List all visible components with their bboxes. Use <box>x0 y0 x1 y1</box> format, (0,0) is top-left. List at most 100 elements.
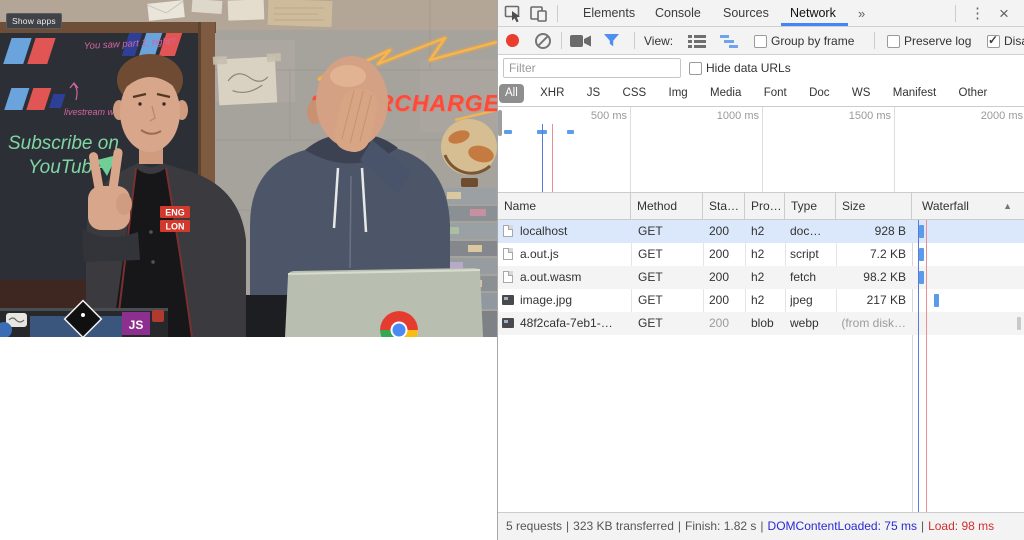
network-toolbar: View: Group by frame Preserve log Disabl… <box>498 27 1024 55</box>
request-type: webp <box>790 312 834 335</box>
type-filter-other[interactable]: Other <box>953 84 994 103</box>
document-icon <box>503 248 513 260</box>
js-sticker: JS <box>122 312 150 335</box>
column-header-type[interactable]: Type <box>785 193 836 219</box>
request-type: fetch <box>790 266 834 289</box>
view-waterfall-icon[interactable] <box>720 35 740 51</box>
request-row-aoutwasm[interactable]: a.out.wasm GET 200 h2 fetch 98.2 KB <box>498 266 1024 289</box>
summary-separator: | <box>566 519 569 533</box>
type-filter-css[interactable]: CSS <box>617 84 653 103</box>
request-row-localhost[interactable]: localhost GET 200 h2 doc… 928 B <box>498 220 1024 243</box>
preserve-log-checkbox[interactable] <box>887 35 900 48</box>
kebab-menu-icon[interactable]: ⋮ <box>970 0 985 27</box>
disable-cache-label[interactable]: Disable cache <box>1004 27 1024 55</box>
overview-request-mark <box>567 130 574 134</box>
hide-data-urls-label[interactable]: Hide data URLs <box>706 55 791 81</box>
request-row-blob[interactable]: 48f2cafa-7eb1-… GET 200 blob webp (from … <box>498 312 1024 335</box>
capture-screenshots-icon[interactable] <box>570 34 592 51</box>
request-name: a.out.wasm <box>520 266 628 289</box>
tab-sources[interactable]: Sources <box>723 0 769 27</box>
request-method: GET <box>638 220 698 243</box>
type-filter-manifest[interactable]: Manifest <box>887 84 942 103</box>
requests-table-body: localhost GET 200 h2 doc… 928 B a.out.js… <box>498 220 1024 512</box>
filter-funnel-icon[interactable] <box>603 33 620 52</box>
filter-row: Hide data URLs <box>498 55 1024 81</box>
request-name: a.out.js <box>520 243 628 266</box>
column-header-status[interactable]: Sta… <box>703 193 745 219</box>
type-filter-img[interactable]: Img <box>663 84 694 103</box>
request-size: 7.2 KB <box>836 243 906 266</box>
request-row-imagejpg[interactable]: image.jpg GET 200 h2 jpeg 217 KB <box>498 289 1024 312</box>
type-filter-js[interactable]: JS <box>581 84 606 103</box>
image-icon <box>502 295 514 305</box>
disable-cache-checkbox[interactable] <box>987 35 1000 48</box>
close-devtools-icon[interactable]: × <box>999 0 1009 27</box>
type-filter-media[interactable]: Media <box>704 84 747 103</box>
active-tab-underline <box>781 23 848 26</box>
type-filter-font[interactable]: Font <box>758 84 793 103</box>
overview-resize-handle[interactable] <box>498 110 502 136</box>
request-type: doc… <box>790 220 834 243</box>
overview-tick: 2000 ms <box>895 107 1024 192</box>
summary-finish: Finish: 1.82 s <box>685 519 756 533</box>
request-status: 200 <box>709 289 743 312</box>
document-icon <box>503 225 513 237</box>
overview-tick: 1000 ms <box>631 107 763 192</box>
record-button[interactable] <box>506 34 519 47</box>
column-header-name[interactable]: Name <box>498 193 631 219</box>
request-status: 200 <box>709 266 743 289</box>
type-filter-ws[interactable]: WS <box>846 84 877 103</box>
load-marker-line <box>926 220 927 512</box>
request-name: localhost <box>520 220 628 243</box>
request-method: GET <box>638 266 698 289</box>
column-header-size[interactable]: Size <box>836 193 912 219</box>
view-list-icon[interactable] <box>688 35 706 51</box>
subscribe-text-1: Subscribe on <box>8 133 119 154</box>
request-size: 217 KB <box>836 289 906 312</box>
dcl-marker-line <box>918 220 919 512</box>
column-header-method[interactable]: Method <box>631 193 703 219</box>
tab-console[interactable]: Console <box>655 0 701 27</box>
screen: SUPERCHARGED SUPERCHARGED <box>0 0 1024 540</box>
request-name: image.jpg <box>520 289 628 312</box>
request-size: 928 B <box>836 220 906 243</box>
laptop-silver <box>285 268 483 337</box>
summary-load: Load: 98 ms <box>928 519 994 533</box>
group-by-frame-checkbox[interactable] <box>754 35 767 48</box>
waterfall-bar <box>919 271 924 284</box>
request-size: (from disk… <box>836 312 906 335</box>
dcl-marker-line <box>542 124 543 192</box>
group-by-frame-label[interactable]: Group by frame <box>771 27 854 55</box>
device-toolbar-icon[interactable] <box>529 4 548 26</box>
image-icon <box>502 318 514 328</box>
waterfall-bar <box>919 225 924 238</box>
type-filter-all[interactable]: All <box>499 84 524 103</box>
request-protocol: h2 <box>751 220 783 243</box>
summary-requests: 5 requests <box>506 519 562 533</box>
studio-scene: SUPERCHARGED SUPERCHARGED <box>0 0 497 337</box>
type-filter-doc[interactable]: Doc <box>803 84 835 103</box>
clear-icon[interactable] <box>535 33 551 49</box>
hide-data-urls-checkbox[interactable] <box>689 62 702 75</box>
overview-request-mark <box>504 130 512 134</box>
inspect-element-icon[interactable] <box>504 4 523 26</box>
request-type: jpeg <box>790 289 834 312</box>
request-protocol: h2 <box>751 266 783 289</box>
type-filter-xhr[interactable]: XHR <box>534 84 570 103</box>
divider <box>557 5 558 22</box>
timeline-overview[interactable]: 500 ms 1000 ms 1500 ms 2000 ms <box>498 107 1024 193</box>
tab-elements[interactable]: Elements <box>583 0 635 27</box>
resource-type-filters: All XHR JS CSS Img Media Font Doc WS Man… <box>498 81 1024 107</box>
preserve-log-label[interactable]: Preserve log <box>904 27 971 55</box>
summary-domcontentloaded: DOMContentLoaded: 75 ms <box>768 519 917 533</box>
filter-input[interactable] <box>503 58 681 78</box>
devtools-tabbar: Elements Console Sources Network » ⋮ × <box>498 0 1024 27</box>
divider <box>955 5 956 22</box>
column-header-protocol[interactable]: Pro… <box>745 193 785 219</box>
more-tabs-icon[interactable]: » <box>858 0 865 27</box>
request-size: 98.2 KB <box>836 266 906 289</box>
summary-separator: | <box>678 519 681 533</box>
request-row-aoutjs[interactable]: a.out.js GET 200 h2 script 7.2 KB <box>498 243 1024 266</box>
summary-transferred: 323 KB transferred <box>573 519 674 533</box>
patch-text-2: LON <box>166 222 185 232</box>
